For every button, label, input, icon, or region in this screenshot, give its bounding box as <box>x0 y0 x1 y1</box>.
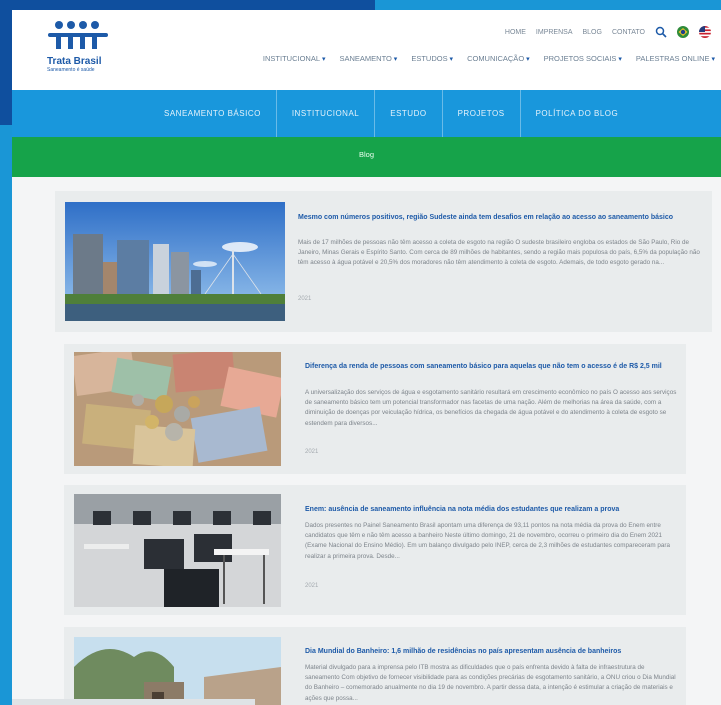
post-image-money[interactable] <box>74 352 281 466</box>
mainnav-institucional[interactable]: INSTITUCIONAL <box>263 54 326 63</box>
browser-page: Trata Brasil Saneamento é saúde HOME IMP… <box>12 10 721 705</box>
blog-post-card: Enem: ausência de saneamento influência … <box>64 485 686 615</box>
mainnav-comunicacao[interactable]: COMUNICAÇÃO <box>467 54 530 63</box>
post-year: 2021 <box>305 449 319 455</box>
post-excerpt: Mais de 17 milhões de pessoas não têm ac… <box>298 239 700 267</box>
topnav-blog[interactable]: BLOG <box>582 29 601 36</box>
site-header: Trata Brasil Saneamento é saúde HOME IMP… <box>12 10 721 90</box>
section-title: Blog <box>358 150 374 159</box>
subnav-projetos[interactable]: PROJETOS <box>443 90 521 137</box>
logo-tagline: Saneamento é saúde <box>47 67 95 73</box>
topnav-imprensa[interactable]: IMPRENSA <box>536 29 573 36</box>
post-year: 2021 <box>298 296 312 302</box>
brazil-flag-icon[interactable] <box>677 26 689 38</box>
mainnav-estudos[interactable]: ESTUDOS <box>411 54 453 63</box>
blog-post-card: Dia Mundial do Banheiro: 1,6 milhão de r… <box>64 627 686 705</box>
post-image-outdoor-toilet[interactable] <box>74 637 281 705</box>
post-year: 2021 <box>305 583 319 589</box>
post-title[interactable]: Mesmo com números positivos, região Sude… <box>298 213 698 223</box>
post-title[interactable]: Dia Mundial do Banheiro: 1,6 milhão de r… <box>305 647 675 657</box>
mainnav-palestras-online[interactable]: PALESTRAS ONLINE <box>636 54 715 63</box>
post-image-city-skyline[interactable] <box>65 202 285 321</box>
subnav-estudo[interactable]: ESTUDO <box>375 90 443 137</box>
blog-category-bar: SANEAMENTO BÁSICO INSTITUCIONAL ESTUDO P… <box>12 90 721 137</box>
post-excerpt: A universalização dos serviços de água e… <box>305 389 677 427</box>
mainnav-saneamento[interactable]: SANEAMENTO <box>339 54 397 63</box>
top-nav: HOME IMPRENSA BLOG CONTATO <box>505 26 711 38</box>
post-excerpt: Material divulgado para a imprensa pelo … <box>305 664 676 702</box>
post-title[interactable]: Diferença da renda de pessoas com saneam… <box>305 362 675 372</box>
section-banner: Blog <box>12 137 721 177</box>
post-excerpt: Dados presentes no Painel Saneamento Bra… <box>305 522 670 560</box>
topnav-contato[interactable]: CONTATO <box>612 29 645 36</box>
subnav-politica-do-blog[interactable]: POLÍTICA DO BLOG <box>521 90 634 137</box>
topnav-home[interactable]: HOME <box>505 29 526 36</box>
browser-status-bar <box>12 699 255 705</box>
logo-name: Trata Brasil <box>47 56 102 67</box>
post-image-exam-desks[interactable] <box>74 494 281 607</box>
subnav-saneamento-basico[interactable]: SANEAMENTO BÁSICO <box>149 90 277 137</box>
main-nav: INSTITUCIONAL SANEAMENTO ESTUDOS COMUNIC… <box>263 54 715 63</box>
post-title[interactable]: Enem: ausência de saneamento influência … <box>305 505 675 515</box>
mainnav-projetos-sociais[interactable]: PROJETOS SOCIAIS <box>544 54 622 63</box>
search-icon[interactable] <box>655 26 667 38</box>
blog-post-card: Mesmo com números positivos, região Sude… <box>55 191 712 332</box>
subnav-institucional[interactable]: INSTITUCIONAL <box>277 90 376 137</box>
usa-flag-icon[interactable] <box>699 26 711 38</box>
blog-post-card: Diferença da renda de pessoas com saneam… <box>64 344 686 474</box>
